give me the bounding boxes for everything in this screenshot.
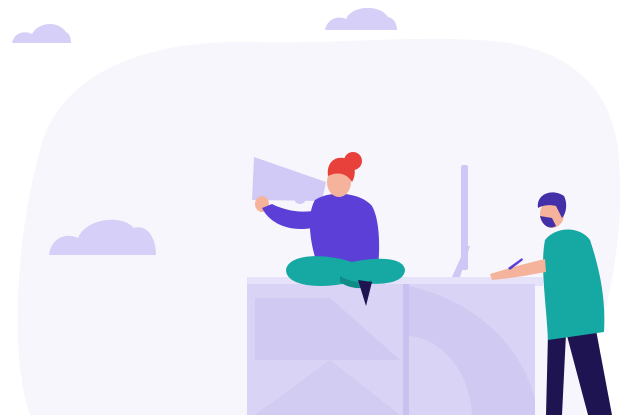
desk [247,277,543,415]
illustration-svg [12,7,621,415]
illustration-scene [0,0,631,415]
cloud-icon [12,23,71,43]
cloud-icon [325,7,397,30]
